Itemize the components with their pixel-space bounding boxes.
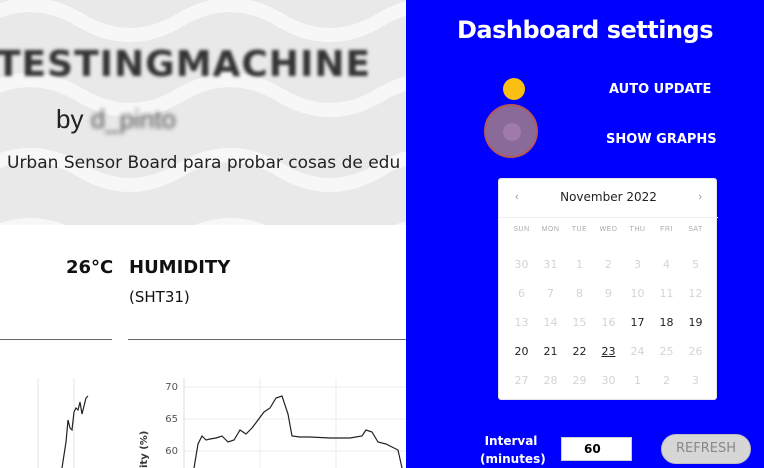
- calendar-day[interactable]: 9: [594, 279, 623, 308]
- chevron-right-icon[interactable]: ›: [698, 191, 702, 203]
- calendar-day[interactable]: 22: [565, 337, 594, 366]
- calendar-day[interactable]: 5: [681, 250, 710, 279]
- humidity-sensor: (SHT31): [129, 288, 190, 306]
- calendar-day[interactable]: 27: [507, 366, 536, 395]
- hero-banner: TESTINGMACHINE by d_pinto Urban Sensor B…: [0, 0, 406, 225]
- calendar-day[interactable]: 6: [507, 279, 536, 308]
- weekday-label: THU: [629, 226, 646, 233]
- calendar-day[interactable]: 12: [681, 279, 710, 308]
- toggle-knob: [503, 123, 521, 141]
- calendar-day[interactable]: 13: [507, 308, 536, 337]
- calendar-day[interactable]: 24: [623, 337, 652, 366]
- calendar-day[interactable]: 28: [536, 366, 565, 395]
- interval-input[interactable]: [561, 437, 632, 461]
- auto-update-toggle[interactable]: [503, 78, 525, 100]
- calendar-day[interactable]: 18: [652, 308, 681, 337]
- interval-unit-line: (minutes): [480, 452, 546, 466]
- weekday-label: TUE: [571, 226, 588, 233]
- calendar-day[interactable]: 19: [681, 308, 710, 337]
- calendar-day[interactable]: 1: [565, 250, 594, 279]
- calendar-day[interactable]: 25: [652, 337, 681, 366]
- author-line: by d_pinto: [56, 104, 176, 135]
- calendar-day[interactable]: 30: [594, 366, 623, 395]
- calendar-day[interactable]: 29: [565, 366, 594, 395]
- calendar-day[interactable]: 20: [507, 337, 536, 366]
- calendar-day[interactable]: 21: [536, 337, 565, 366]
- weekday-header: SUN MON TUE WED THU FRI SAT: [507, 226, 710, 233]
- settings-panel: Dashboard settings AUTO UPDATE SHOW GRAP…: [406, 0, 764, 468]
- weekday-label: FRI: [660, 226, 673, 233]
- divider: [128, 339, 406, 340]
- device-title: TESTINGMACHINE: [0, 44, 372, 85]
- calendar-day[interactable]: 2: [594, 250, 623, 279]
- weekday-label: MON: [541, 226, 560, 233]
- divider: [499, 217, 718, 218]
- humidity-chart: ity (%) 70 65 60: [37, 378, 406, 468]
- humidity-axis: ity (%) 70 65 60: [139, 378, 406, 468]
- by-label: by: [56, 104, 84, 134]
- calendar-day[interactable]: 31: [536, 250, 565, 279]
- interval-label-line: Interval: [484, 434, 538, 448]
- humidity-title: HUMIDITY: [129, 257, 231, 278]
- interval-label: Interval (minutes): [480, 432, 546, 468]
- calendar-header: ‹ November 2022 ›: [499, 179, 718, 217]
- calendar-day[interactable]: 10: [623, 279, 652, 308]
- temperature-chart-partial: [37, 378, 89, 468]
- auto-update-label: AUTO UPDATE: [609, 82, 712, 97]
- humidity-line: [193, 395, 403, 468]
- refresh-button[interactable]: REFRESH: [661, 434, 751, 464]
- calendar-day[interactable]: 30: [507, 250, 536, 279]
- calendar-day[interactable]: 26: [681, 337, 710, 366]
- device-description: Urban Sensor Board para probar cosas de …: [7, 153, 401, 173]
- calendar-day[interactable]: 16: [594, 308, 623, 337]
- divider: [0, 339, 112, 340]
- weekday-label: SAT: [688, 226, 703, 233]
- dashboard-page: TESTINGMACHINE by d_pinto Urban Sensor B…: [0, 0, 406, 468]
- show-graphs-toggle[interactable]: [484, 104, 538, 158]
- calendar-day[interactable]: 3: [623, 250, 652, 279]
- calendar-day[interactable]: 7: [536, 279, 565, 308]
- calendar-day[interactable]: 17: [623, 308, 652, 337]
- calendar-day[interactable]: 2: [652, 366, 681, 395]
- calendar-days: 30 31 1 2 3 4 5 6 7 8 9 10 11 12 13 14 1…: [507, 250, 710, 395]
- calendar-day[interactable]: 11: [652, 279, 681, 308]
- calendar-day[interactable]: 1: [623, 366, 652, 395]
- weekday-label: WED: [599, 226, 618, 233]
- calendar-day[interactable]: 8: [565, 279, 594, 308]
- settings-title: Dashboard settings: [456, 16, 714, 44]
- calendar-day[interactable]: 15: [565, 308, 594, 337]
- calendar-month[interactable]: November 2022: [499, 190, 718, 204]
- weekday-label: SUN: [513, 226, 530, 233]
- calendar-day[interactable]: 4: [652, 250, 681, 279]
- author-name[interactable]: d_pinto: [91, 104, 176, 135]
- humidity-ylabel: ity (%): [139, 431, 150, 468]
- temperature-value: 26°C: [66, 257, 114, 278]
- calendar-day[interactable]: 14: [536, 308, 565, 337]
- show-graphs-label: SHOW GRAPHS: [606, 132, 717, 147]
- y-tick-label: 65: [165, 414, 178, 425]
- calendar-day[interactable]: 3: [681, 366, 710, 395]
- calendar-day[interactable]: 23: [594, 337, 623, 366]
- y-tick-label: 70: [165, 382, 178, 393]
- date-picker: ‹ November 2022 › SUN MON TUE WED THU FR…: [498, 178, 718, 400]
- temperature-line: [61, 395, 89, 468]
- y-tick-label: 60: [165, 446, 178, 457]
